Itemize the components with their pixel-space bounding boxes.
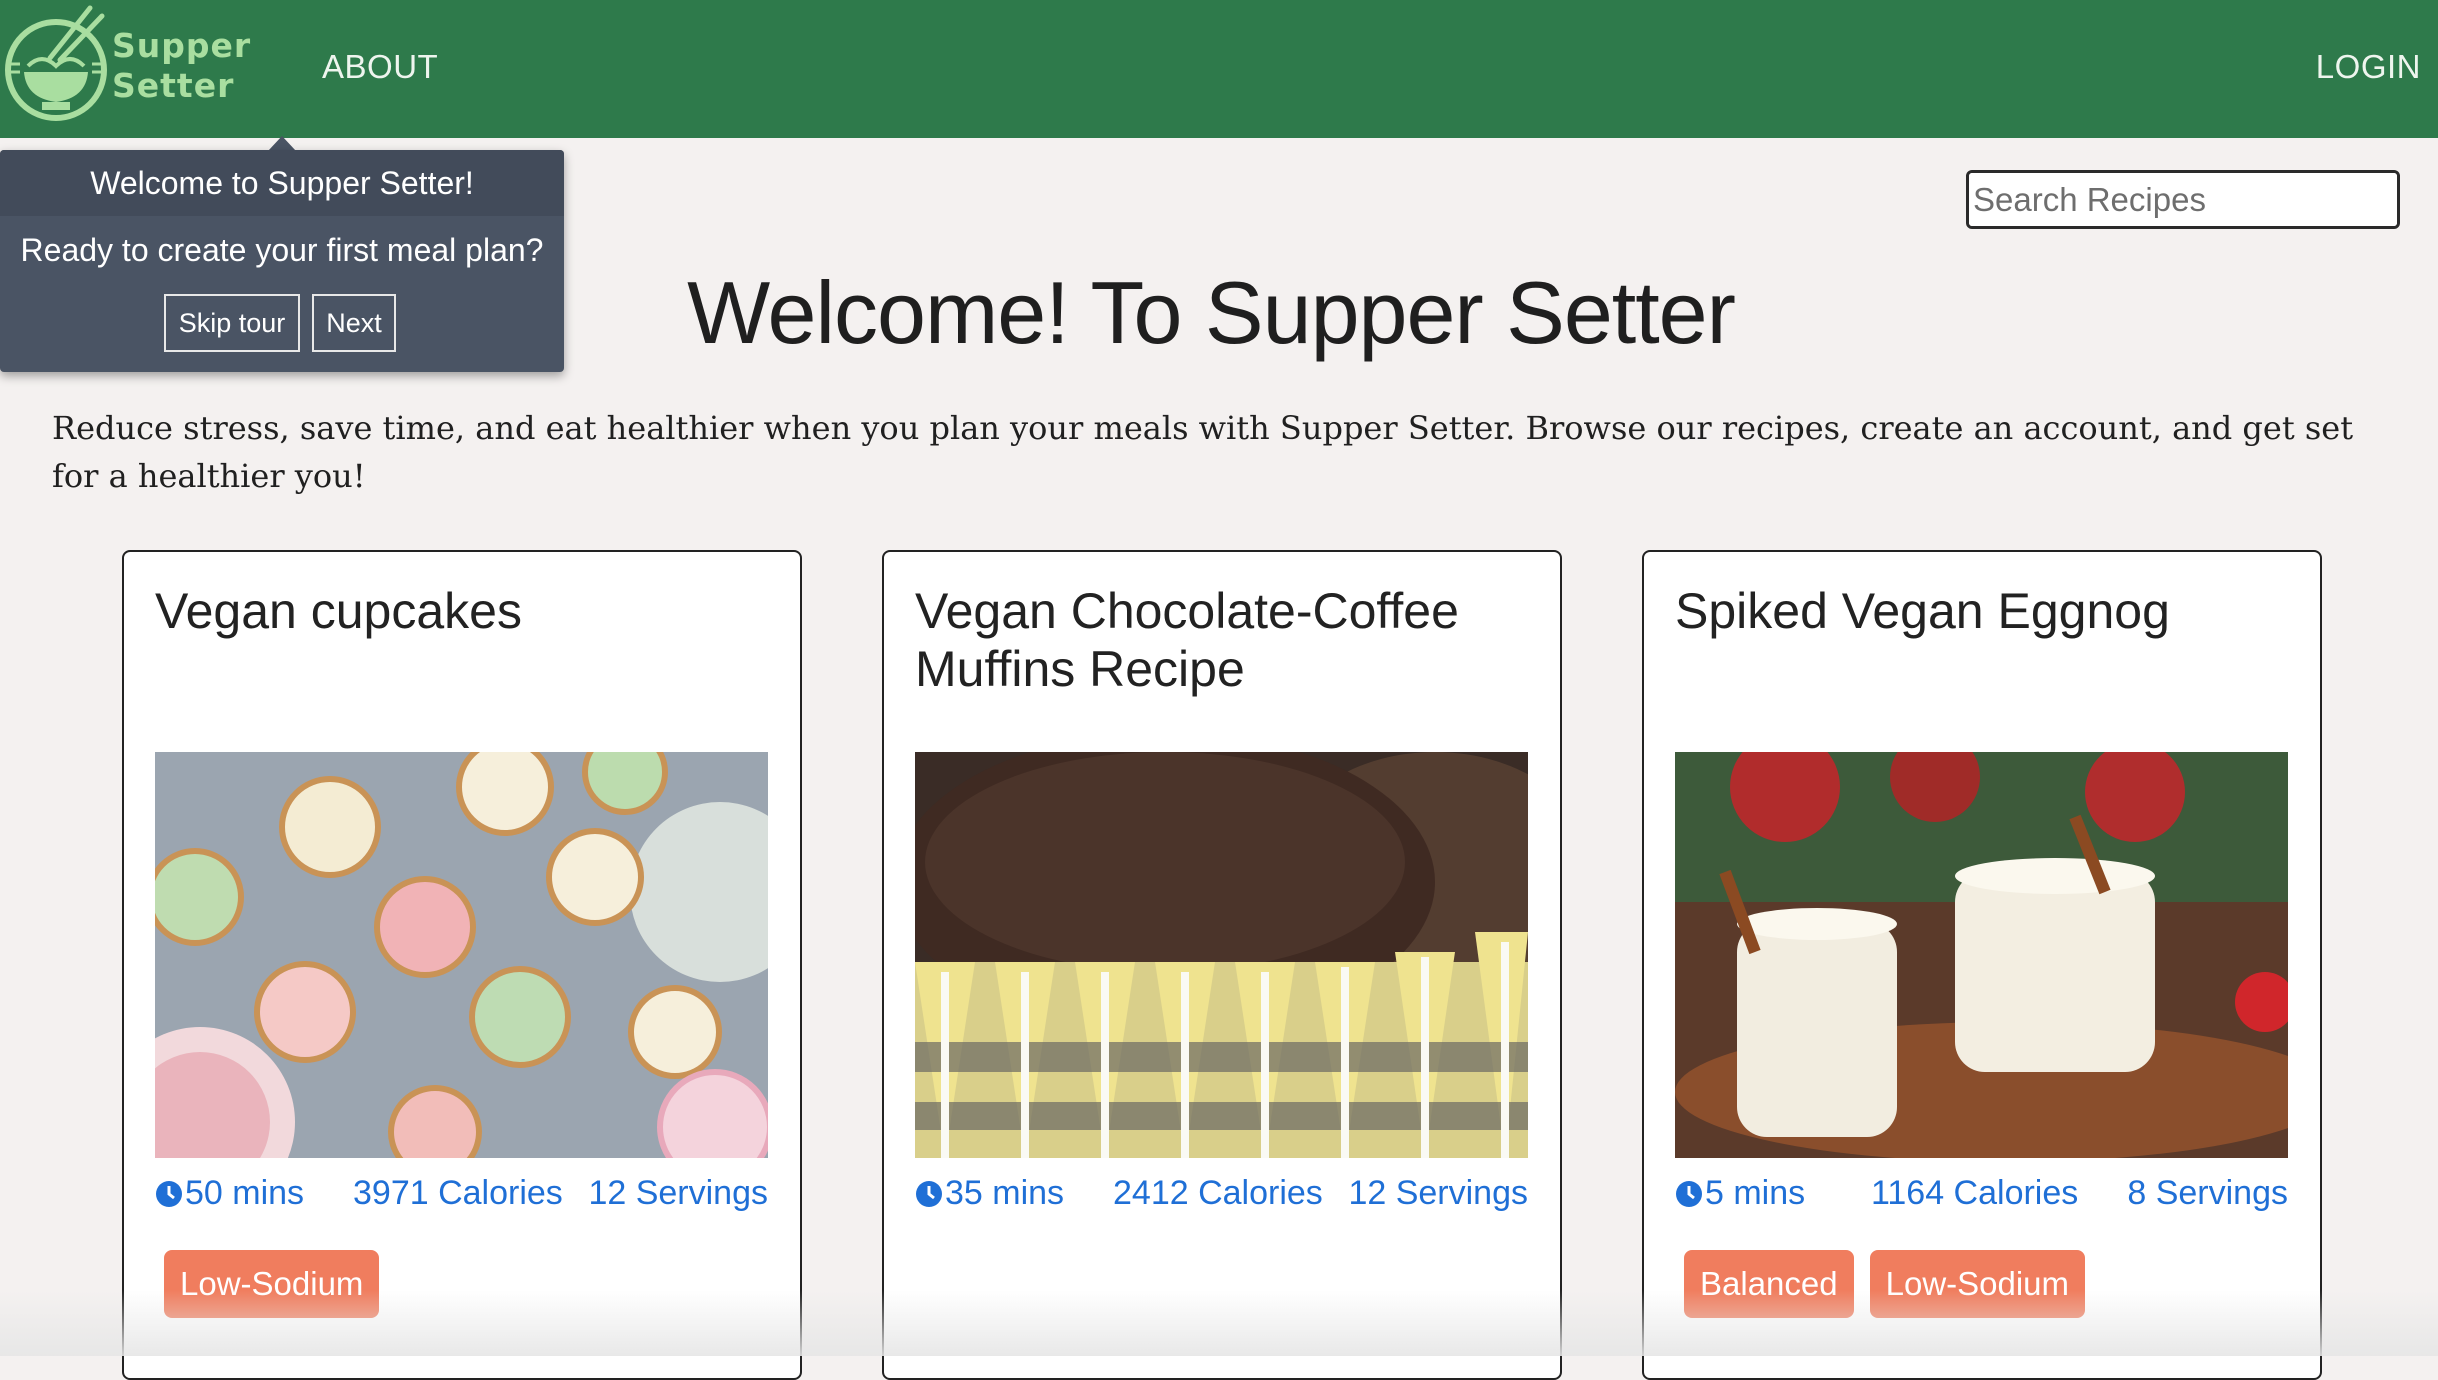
nav-about-link[interactable]: ABOUT xyxy=(322,48,438,86)
brand-name: Supper Setter xyxy=(112,26,251,106)
bottom-fade xyxy=(0,1290,2438,1356)
intro-text: Reduce stress, save time, and eat health… xyxy=(52,409,2354,495)
recipe-image[interactable] xyxy=(1675,752,2288,1158)
recipe-meta: 5 mins 1164 Calories 8 Servings xyxy=(1675,1174,2288,1218)
brand-logo[interactable]: Supper Setter xyxy=(2,2,257,136)
recipe-time: 5 mins xyxy=(1675,1174,1805,1213)
recipe-servings: 8 Servings xyxy=(2127,1174,2288,1212)
clock-icon xyxy=(156,1180,182,1207)
nav-login-link[interactable]: LOGIN xyxy=(2316,48,2421,86)
recipe-time-value: 35 mins xyxy=(945,1174,1065,1212)
recipe-image[interactable] xyxy=(155,752,768,1158)
muffin-photo xyxy=(915,752,1528,1158)
brand-line-2: Setter xyxy=(112,66,235,105)
recipe-meta: 50 mins 3971 Calories 12 Servings xyxy=(155,1174,768,1218)
noodle-bowl-icon xyxy=(5,5,107,121)
recipe-time: 35 mins xyxy=(915,1174,1064,1213)
recipe-title[interactable]: Vegan cupcakes xyxy=(155,582,775,640)
clock-icon xyxy=(1676,1180,1702,1207)
recipe-calories: 1164 Calories xyxy=(1871,1174,2079,1212)
recipe-card[interactable]: Vegan cupcakes 50 mins 3971 Calories 12 … xyxy=(122,550,802,1380)
recipe-card[interactable]: Spiked Vegan Eggnog 5 mins 1164 Calories… xyxy=(1642,550,2322,1380)
recipe-servings: 12 Servings xyxy=(588,1174,768,1212)
tour-arrow xyxy=(268,136,296,151)
search-bar xyxy=(1966,170,2400,229)
recipe-calories: 3971 Calories xyxy=(353,1174,563,1212)
recipe-title[interactable]: Spiked Vegan Eggnog xyxy=(1675,582,2295,640)
recipe-time: 50 mins xyxy=(155,1174,304,1213)
search-input[interactable] xyxy=(1969,173,2397,226)
clock-icon xyxy=(916,1180,942,1207)
eggnog-photo xyxy=(1675,752,2288,1158)
recipe-time-value: 50 mins xyxy=(185,1174,305,1212)
search-button[interactable] xyxy=(2398,173,2400,226)
cupcakes-photo xyxy=(155,752,768,1158)
page-title: Welcome! To Supper Setter xyxy=(687,263,1736,362)
navbar: Supper Setter ABOUT LOGIN xyxy=(0,0,2438,138)
recipe-time-value: 5 mins xyxy=(1705,1174,1806,1212)
recipe-calories: 2412 Calories xyxy=(1113,1174,1323,1212)
tour-title: Welcome to Supper Setter! xyxy=(0,150,564,216)
recipe-servings: 12 Servings xyxy=(1348,1174,1528,1212)
recipe-card[interactable]: Vegan Chocolate-Coffee Muffins Recipe 35… xyxy=(882,550,1562,1380)
recipe-meta: 35 mins 2412 Calories 12 Servings xyxy=(915,1174,1528,1218)
brand-line-1: Supper xyxy=(112,26,252,65)
recipe-title[interactable]: Vegan Chocolate-Coffee Muffins Recipe xyxy=(915,582,1535,698)
recipe-image[interactable] xyxy=(915,752,1528,1158)
